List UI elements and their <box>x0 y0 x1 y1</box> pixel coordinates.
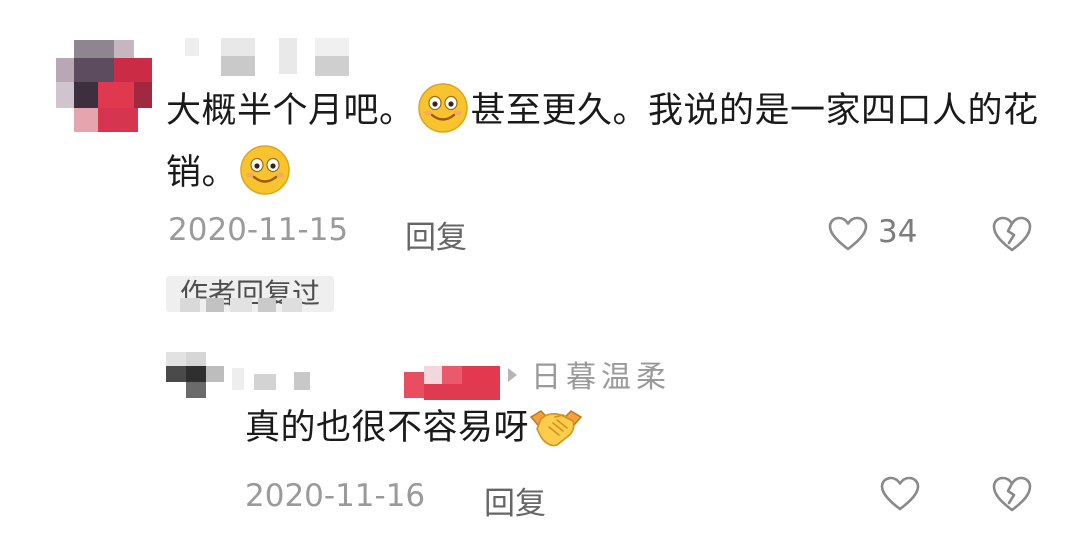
like-count: 34 <box>878 214 918 250</box>
reply-button[interactable]: 回复 <box>405 212 467 257</box>
reply-username-censored-highlight[interactable] <box>404 366 500 400</box>
comment-thread: 大概半个月吧。 甚至更久。我说的是一家四口人的花销。 2020-11-15 回复… <box>0 0 1080 546</box>
reply-date: 2020-11-16 <box>245 478 426 514</box>
author-replied-badge: 作者回复过 <box>166 276 334 312</box>
comment-text-part1: 大概半个月吧。 <box>166 91 415 131</box>
comment-date: 2020-11-15 <box>168 212 349 248</box>
user-avatar[interactable] <box>56 40 152 132</box>
smiling-face-emoji <box>417 83 468 133</box>
reply-user-avatar[interactable] <box>166 352 224 398</box>
smiling-face-emoji <box>240 145 290 195</box>
reply-comment-text: 真的也很不容易呀 <box>245 400 583 456</box>
reply-username-censored[interactable] <box>232 368 327 390</box>
broken-heart-icon[interactable] <box>992 214 1032 254</box>
reply-to-target[interactable]: 日暮温柔 <box>508 352 671 396</box>
reply-arrow-icon <box>508 368 517 382</box>
username-censored[interactable] <box>185 38 355 78</box>
comment-text: 大概半个月吧。 甚至更久。我说的是一家四口人的花销。 <box>166 80 1046 204</box>
reply-reply-button[interactable]: 回复 <box>484 478 546 523</box>
reply-text-content: 真的也很不容易呀 <box>245 408 530 448</box>
badge-pixel-overlay <box>180 298 302 312</box>
heart-outline-icon[interactable] <box>880 476 920 512</box>
heart-outline-icon[interactable] <box>828 216 868 252</box>
handshake-emoji <box>529 410 583 447</box>
reply-to-name: 日暮温柔 <box>531 360 671 395</box>
broken-heart-icon[interactable] <box>992 474 1032 514</box>
